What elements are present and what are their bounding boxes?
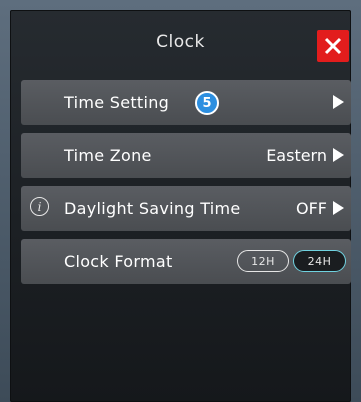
- device-bezel: Clock Time Setting 5 Time Zone Eastern i…: [0, 0, 361, 402]
- title-bar: Clock: [10, 10, 351, 72]
- chevron-right-icon: [333, 148, 344, 162]
- chevron-right-icon: [333, 95, 344, 109]
- daylight-saving-value: OFF: [296, 199, 327, 218]
- clock-screen: Clock Time Setting 5 Time Zone Eastern i…: [10, 10, 351, 402]
- daylight-saving-label: Daylight Saving Time: [64, 199, 241, 218]
- clock-format-label: Clock Format: [64, 252, 173, 271]
- info-icon[interactable]: i: [30, 197, 49, 216]
- time-zone-value: Eastern: [266, 146, 327, 165]
- time-zone-label: Time Zone: [64, 146, 152, 165]
- time-setting-row[interactable]: Time Setting 5: [21, 80, 351, 125]
- close-button[interactable]: [317, 30, 349, 62]
- clock-format-24h-option[interactable]: 24H: [293, 250, 346, 272]
- clock-format-12h-option[interactable]: 12H: [237, 250, 289, 272]
- notification-badge: 5: [195, 91, 219, 115]
- chevron-right-icon: [333, 201, 344, 215]
- page-title: Clock: [156, 32, 205, 52]
- time-setting-label: Time Setting: [64, 93, 170, 112]
- clock-format-row: Clock Format 12H 24H: [21, 239, 351, 284]
- time-zone-row[interactable]: Time Zone Eastern: [21, 133, 351, 178]
- daylight-saving-row[interactable]: i Daylight Saving Time OFF: [21, 186, 351, 231]
- close-icon: [324, 37, 342, 55]
